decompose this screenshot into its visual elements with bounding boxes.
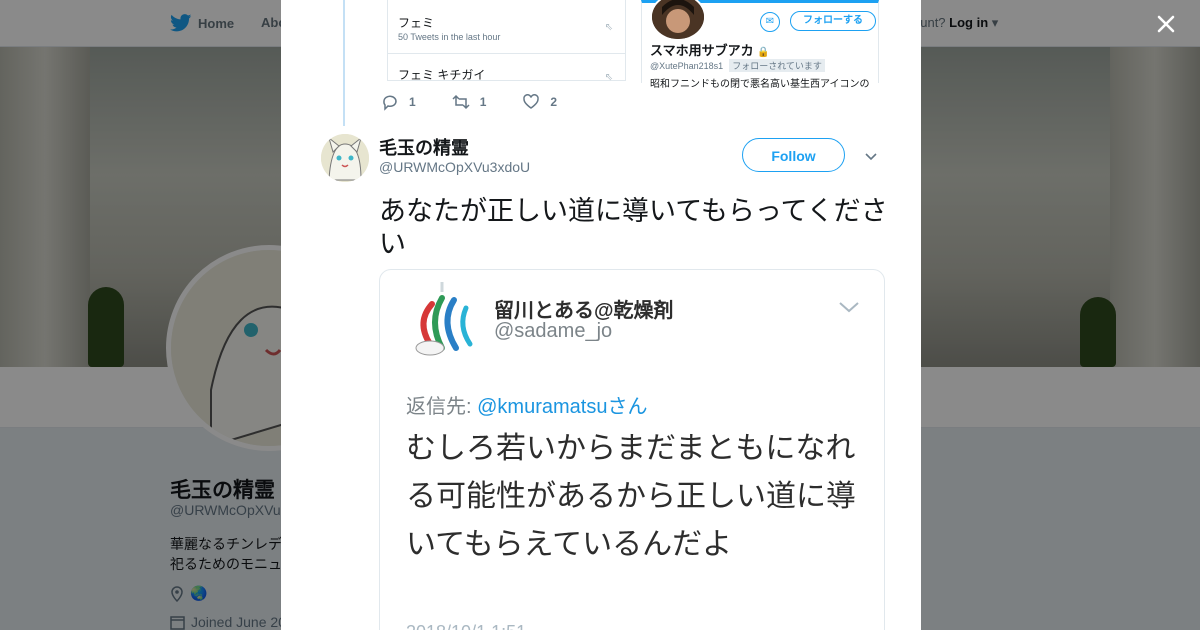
media-author-name: 留川とある@乾燥剤 [494,300,674,322]
heart-icon [523,94,540,109]
follows-you-badge: フォローされています [729,59,825,72]
profile-card-screenshot: ✉ フォローする スマホ用サブアカ 🔒 @XutePhan218s1 フォローさ… [641,0,879,90]
retweet-icon [452,94,470,110]
media-reply-to: 返信先: @kmuramatsuさん [406,390,647,419]
chevron-down-icon [839,302,859,313]
close-modal-button[interactable] [1150,8,1182,40]
chevron-down-icon [865,153,877,161]
author-avatar[interactable] [321,134,369,182]
trend-list: フェミ 50 Tweets in the last hour ⇖ フェミ キチガ… [387,0,626,83]
card-avatar [650,0,706,41]
tweet-permalink-modal: フェミ 50 Tweets in the last hour ⇖ フェミ キチガ… [281,0,921,630]
media-tweet-body: むしろ若いからまだまともになれる可能性があるから正しい道に導いてもらえているんだ… [406,432,856,561]
trend-name: フェミ [398,16,435,30]
divider [388,53,625,54]
card-bio: 昭和フニンドもの閉で悪名高い基生西アイコンの [650,79,870,90]
retweet-count: 1 [479,95,487,109]
like-count: 2 [550,95,558,109]
card-handle: @XutePhan218s1 [650,60,724,71]
previous-tweet-image[interactable]: フェミ 50 Tweets in the last hour ⇖ フェミ キチガ… [387,0,879,90]
reply-target: @kmuramatsuさん [477,396,648,418]
trend-name: フェミ キチガイ [398,68,486,82]
trend-subtitle: 50 Tweets in the last hour [398,32,501,42]
reply-count: 1 [409,95,416,109]
tweet-menu-button[interactable] [863,148,879,164]
card-name-text: スマホ用サブアカ [650,43,754,58]
follow-button[interactable]: Follow [742,138,845,172]
card-name: スマホ用サブアカ 🔒 [650,40,770,59]
tweet-media-image[interactable]: 留川とある@乾燥剤 @sadame_jo 返信先: @kmuramatsuさん … [379,269,885,630]
author-handle[interactable]: @URWMcOpXVu3xdoU [379,159,530,175]
media-timestamp: 2018/10/1 1:51 [406,622,526,630]
author-logo-icon [415,282,473,356]
reply-button[interactable]: 1 [381,93,416,111]
like-button[interactable]: 2 [522,93,557,111]
lock-icon: 🔒 [757,47,770,58]
reply-prefix: 返信先: [406,396,478,418]
tweet-actions: 1 1 2 [381,92,593,112]
tweet-text: あなたが正しい道に導いてもらってください [379,196,888,259]
card-handle-row: @XutePhan218s1 フォローされています [650,59,825,72]
author-name[interactable]: 毛玉の精霊 [379,134,469,160]
close-icon [1157,15,1175,33]
trend-arrow-icon: ⇖ [604,72,613,83]
card-follow-button: フォローする [790,11,876,31]
reply-icon [383,95,397,111]
trend-arrow-icon: ⇖ [604,22,613,33]
mail-icon: ✉ [760,12,780,32]
thread-connector-line [343,0,345,126]
retweet-button[interactable]: 1 [452,93,487,111]
media-author-handle: @sadame_jo [494,320,613,342]
